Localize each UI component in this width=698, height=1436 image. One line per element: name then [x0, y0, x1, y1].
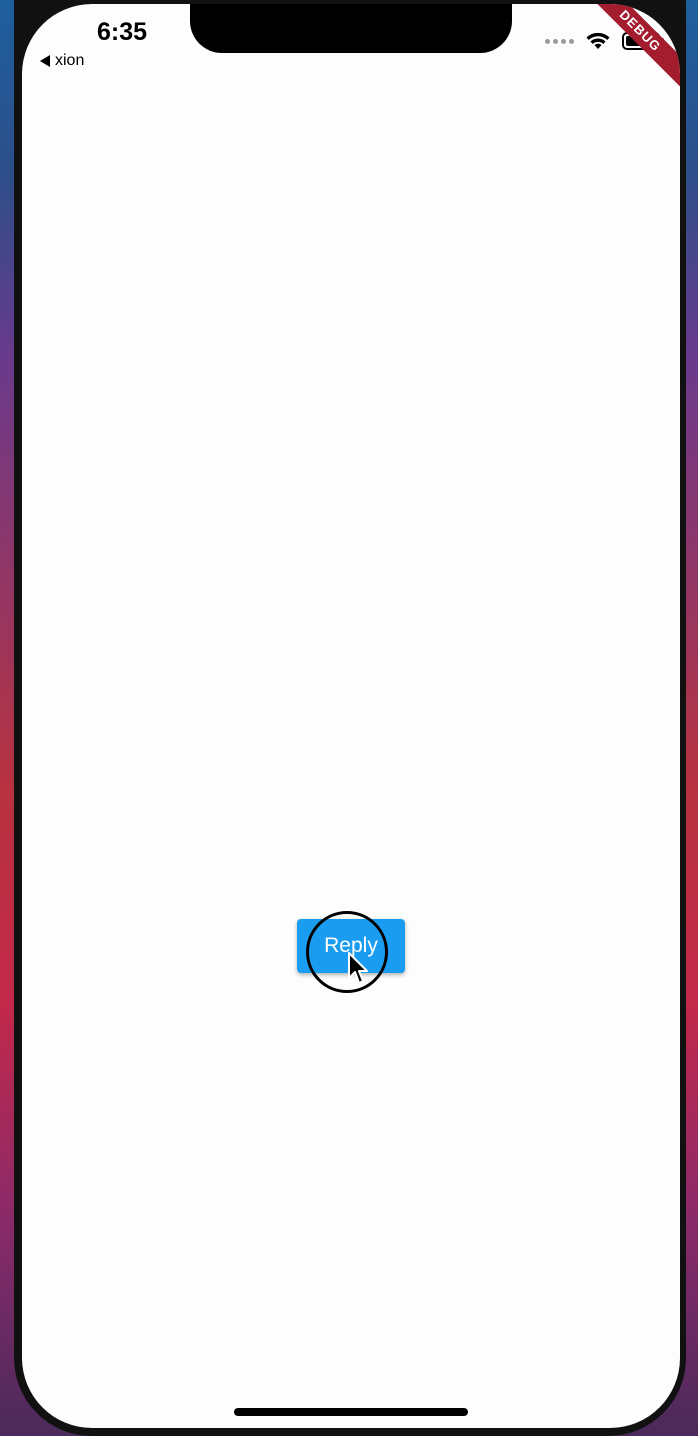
home-indicator[interactable] — [234, 1408, 468, 1416]
notch — [190, 4, 512, 53]
status-time: 6:35 — [96, 18, 148, 46]
back-arrow-icon — [40, 55, 50, 67]
phone-screen: 6:35 xion DEBUG Reply — [22, 4, 680, 1428]
back-to-app-link[interactable]: xion — [40, 52, 84, 70]
signal-icon — [545, 38, 574, 44]
wifi-icon — [586, 32, 610, 49]
cursor-icon — [348, 952, 368, 984]
back-app-label: xion — [55, 52, 85, 69]
